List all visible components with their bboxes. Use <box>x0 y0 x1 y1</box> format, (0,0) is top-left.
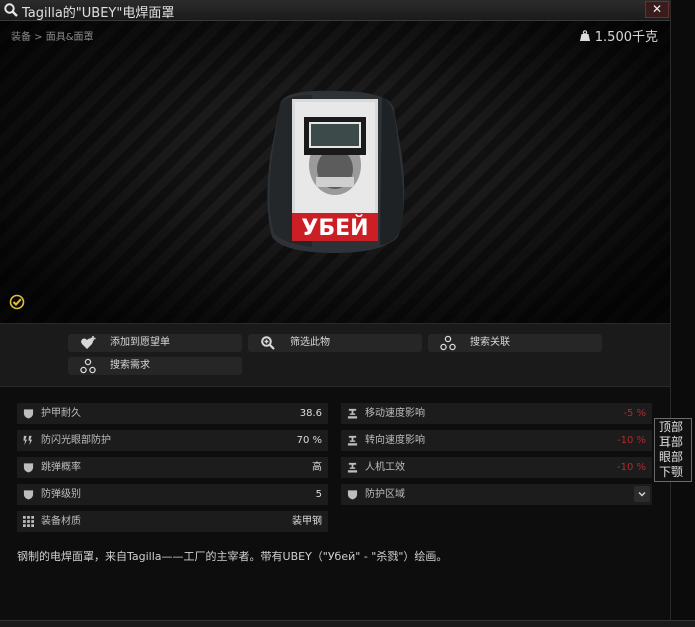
window-title: Tagilla的"UBEY"电焊面罩 <box>22 6 175 21</box>
stat-name: 护甲耐久 <box>41 408 81 419</box>
stat-value: 38.6 <box>299 408 322 419</box>
stat-value: 高 <box>312 462 322 473</box>
stat-movement-speed[interactable]: 移动速度影响 -5 % <box>341 403 652 424</box>
search-related-button[interactable]: 搜索关联 <box>428 334 602 352</box>
filter-label: 筛选此物 <box>290 337 330 348</box>
helmet-inscription: УБЕЙ <box>301 215 368 241</box>
title-bar[interactable]: Tagilla的"UBEY"电焊面罩 ✕ <box>0 0 670 21</box>
stat-value: 5 <box>315 489 322 500</box>
anvil-icon <box>347 408 358 419</box>
tooltip-line: 下颚 <box>659 465 684 479</box>
stat-ergonomics[interactable]: 人机工效 -10 % <box>341 457 652 478</box>
tooltip-line: 耳部 <box>659 435 684 449</box>
item-description: 钢制的电焊面罩，来自Tagilla——工厂的主宰者。带有UBEY（"Убей" … <box>17 550 448 563</box>
stat-value: 70 % <box>296 435 322 446</box>
magnifier-icon <box>261 336 275 350</box>
stat-value: 装甲钢 <box>292 516 322 527</box>
wishlist-label: 添加到愿望单 <box>110 337 170 348</box>
action-bar: 添加到愿望单 筛选此物 搜索关联 搜索需求 <box>0 323 670 387</box>
network-icon <box>80 358 96 374</box>
stat-name: 防闪光眼部防护 <box>41 435 111 446</box>
stat-value: -10 % <box>616 435 646 446</box>
stat-protection-zones[interactable]: 防护区域 <box>341 484 652 505</box>
weight-icon <box>579 30 590 41</box>
add-to-wishlist-button[interactable]: 添加到愿望单 <box>68 334 242 352</box>
item-inspect-window: Tagilla的"UBEY"电焊面罩 ✕ 装备 > 面具&面罩 1.500千克 … <box>0 0 671 626</box>
network-icon <box>440 335 456 351</box>
protection-zones-tooltip: 顶部 耳部 眼部 下颚 <box>654 418 692 482</box>
stat-armor-durability[interactable]: 护甲耐久 38.6 <box>17 403 328 424</box>
search-requirements-button[interactable]: 搜索需求 <box>68 357 242 375</box>
item-preview: 装备 > 面具&面罩 1.500千克 УБЕЙ <box>0 21 670 323</box>
stat-ricochet-chance[interactable]: 跳弹概率 高 <box>17 457 328 478</box>
anvil-icon <box>347 435 358 446</box>
tooltip-line: 眼部 <box>659 450 684 464</box>
stat-name: 防护区域 <box>365 489 405 500</box>
weight-value: 1.500千克 <box>594 30 658 45</box>
shield-icon <box>23 409 34 419</box>
stat-name: 装备材质 <box>41 516 81 527</box>
stat-name: 转向速度影响 <box>365 435 425 446</box>
stat-armor-class[interactable]: 防弹级别 5 <box>17 484 328 505</box>
helmet-image: УБЕЙ <box>267 90 405 254</box>
shield-icon <box>347 490 358 500</box>
anvil-icon <box>347 462 358 473</box>
stat-name: 防弹级别 <box>41 489 81 500</box>
stat-turn-speed[interactable]: 转向速度影响 -10 % <box>341 430 652 451</box>
heart-plus-icon <box>81 336 96 349</box>
requirements-label: 搜索需求 <box>110 360 150 371</box>
checkmark-icon[interactable] <box>9 294 25 310</box>
flash-icon <box>23 435 33 446</box>
stat-value: -5 % <box>623 408 646 419</box>
close-button[interactable]: ✕ <box>645 1 669 18</box>
stat-name: 人机工效 <box>365 462 405 473</box>
protection-zones-dropdown[interactable] <box>634 486 650 502</box>
related-label: 搜索关联 <box>470 337 510 348</box>
tooltip-line: 顶部 <box>659 420 684 434</box>
chevron-down-icon <box>638 491 646 497</box>
search-icon <box>4 3 18 17</box>
stat-value: -10 % <box>616 462 646 473</box>
stat-name: 移动速度影响 <box>365 408 425 419</box>
breadcrumb[interactable]: 装备 > 面具&面罩 <box>11 28 94 43</box>
filter-item-button[interactable]: 筛选此物 <box>248 334 422 352</box>
stat-name: 跳弹概率 <box>41 462 81 473</box>
stat-flash-protection[interactable]: 防闪光眼部防护 70 % <box>17 430 328 451</box>
shield-icon <box>23 463 34 473</box>
shield-icon <box>23 490 34 500</box>
stat-armor-material[interactable]: 装备材质 装甲钢 <box>17 511 328 532</box>
grid-icon <box>23 516 34 527</box>
item-weight: 1.500千克 <box>579 26 658 45</box>
